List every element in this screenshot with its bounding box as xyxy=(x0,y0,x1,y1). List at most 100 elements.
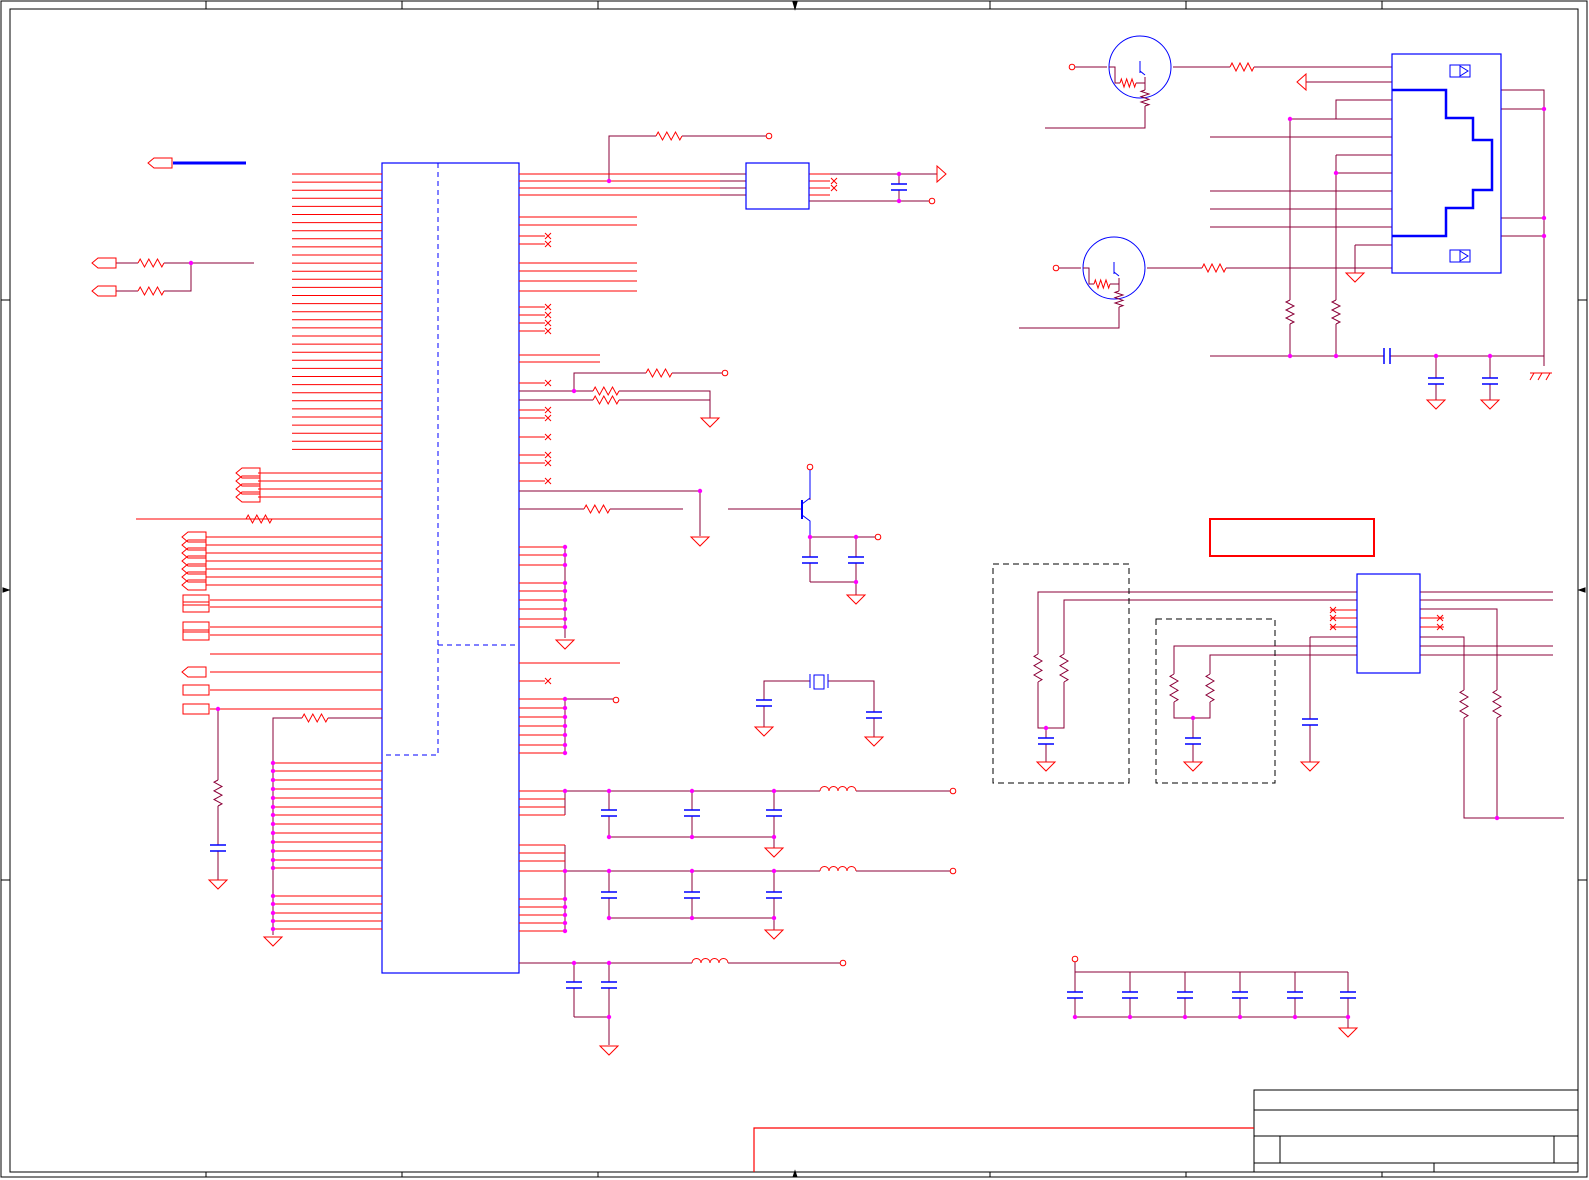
ground-symbol xyxy=(845,594,867,605)
junction-dot xyxy=(562,920,568,926)
resistor xyxy=(1284,299,1296,325)
junction-dot xyxy=(571,960,577,966)
port-label xyxy=(182,684,210,696)
resistor xyxy=(592,394,620,406)
junction-dot xyxy=(606,960,612,966)
no-connect-mark xyxy=(544,303,552,311)
terminal-circle xyxy=(1071,955,1079,963)
wire xyxy=(519,372,646,392)
wire xyxy=(828,680,875,712)
schematic-canvas xyxy=(0,0,1589,1180)
chassis-ground xyxy=(1529,372,1552,381)
junction-dot xyxy=(697,488,703,494)
junction-dot xyxy=(562,705,568,711)
junction-dot xyxy=(270,918,276,924)
wire xyxy=(619,390,711,418)
junction-dot xyxy=(270,768,276,774)
junction-dot xyxy=(562,868,568,874)
junction-dot xyxy=(1494,815,1500,821)
crystal-body xyxy=(813,674,825,690)
resistor xyxy=(1330,299,1342,325)
junction-dot xyxy=(1541,106,1547,112)
terminal-circle xyxy=(765,132,773,140)
port-label xyxy=(147,157,173,169)
no-connect-mark xyxy=(544,677,552,685)
resistor xyxy=(137,257,165,269)
junction-dot xyxy=(1333,353,1339,359)
wire xyxy=(164,263,192,292)
wire xyxy=(1463,718,1564,819)
termination-box-1 xyxy=(992,563,1130,784)
terminal-circle xyxy=(839,959,847,967)
junction-dot xyxy=(270,777,276,783)
port-label xyxy=(182,703,210,715)
junction-dot xyxy=(562,896,568,902)
junction-dot xyxy=(562,696,568,702)
wire xyxy=(1501,89,1545,366)
wire xyxy=(810,581,857,595)
junction-dot xyxy=(1127,1014,1133,1020)
junction-dot xyxy=(562,597,568,603)
transistor-emitter xyxy=(801,514,811,537)
ground-symbol xyxy=(1296,72,1307,92)
junction-dot xyxy=(1287,116,1293,122)
junction-dot xyxy=(215,706,221,712)
opto-wire xyxy=(1109,66,1120,84)
opto-arrow xyxy=(1139,70,1146,76)
junction-dot xyxy=(771,834,777,840)
port-label xyxy=(181,666,207,678)
title-block xyxy=(1253,1089,1579,1173)
junction-dot xyxy=(562,552,568,558)
terminal-circle xyxy=(949,867,957,875)
junction-dot xyxy=(270,857,276,863)
resistor xyxy=(1229,61,1255,73)
junction-dot xyxy=(562,904,568,910)
junction-dot xyxy=(689,868,695,874)
terminal-circle xyxy=(874,533,882,541)
termination-box-2 xyxy=(1155,618,1276,784)
power-arrow xyxy=(936,164,947,184)
junction-dot xyxy=(270,830,276,836)
junction-dot xyxy=(1487,353,1493,359)
inductor xyxy=(691,958,729,964)
junction-dot xyxy=(188,260,194,266)
terminal-circle xyxy=(806,463,814,471)
ground-symbol xyxy=(554,639,576,650)
resistor xyxy=(645,367,673,379)
junction-dot xyxy=(270,865,276,871)
ground-symbol xyxy=(1299,761,1321,772)
port-label xyxy=(182,601,210,613)
junction-dot xyxy=(270,804,276,810)
junction-dot xyxy=(606,1014,612,1020)
junction-dot xyxy=(1072,1014,1078,1020)
junction-dot xyxy=(270,795,276,801)
ground-symbol xyxy=(207,879,229,890)
junction-dot xyxy=(1190,715,1196,721)
junction-dot xyxy=(270,926,276,932)
port-label xyxy=(91,285,117,297)
junction-dot xyxy=(562,616,568,622)
opto-wire xyxy=(1110,278,1120,285)
junction-dot xyxy=(853,534,859,540)
ground-symbol xyxy=(689,536,711,547)
junction-dot xyxy=(1541,233,1547,239)
junction-dot xyxy=(606,834,612,840)
no-connect-mark xyxy=(544,477,552,485)
port-label xyxy=(182,594,210,606)
wire xyxy=(1173,702,1211,719)
resistor xyxy=(1093,278,1111,290)
resistor xyxy=(1205,673,1215,703)
junction-dot xyxy=(270,901,276,907)
terminal-circle xyxy=(1052,264,1060,272)
no-connect-mark xyxy=(830,177,838,185)
junction-dot xyxy=(1237,1014,1243,1020)
no-connect-mark xyxy=(544,327,552,335)
pin-stubs xyxy=(136,173,1444,932)
resistor xyxy=(655,130,683,142)
junction-dot xyxy=(562,624,568,630)
junction-dot xyxy=(270,821,276,827)
ground-symbol xyxy=(763,929,785,940)
junction-dot xyxy=(771,915,777,921)
no-connect-mark xyxy=(544,433,552,441)
ground-symbol xyxy=(699,417,721,428)
